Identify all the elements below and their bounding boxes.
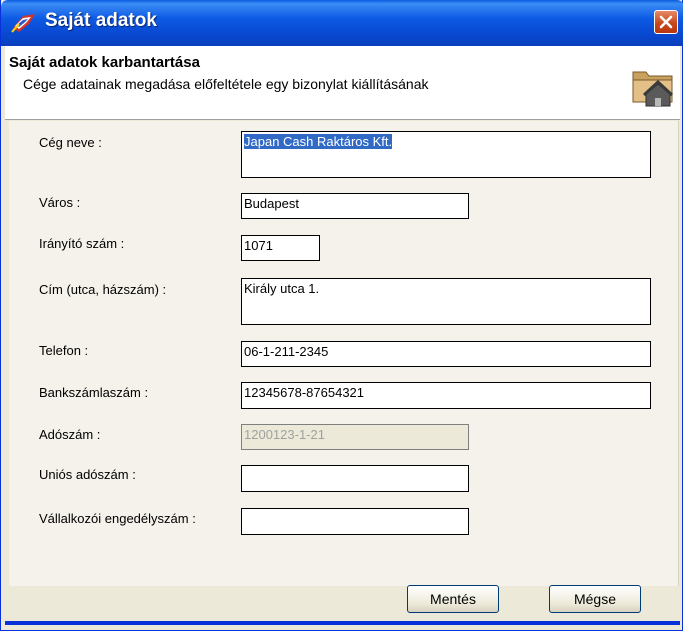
- app-flag-icon: [11, 12, 37, 34]
- window-bottom-border: [5, 621, 680, 625]
- header-subtitle: Cége adatainak megadása előfeltétele egy…: [23, 76, 429, 92]
- address-field[interactable]: Király utca 1.: [241, 278, 651, 325]
- phone-field[interactable]: 06-1-211-2345: [241, 341, 651, 367]
- company-name-label: Cég neve :: [39, 135, 102, 150]
- business-license-label: Vállalkozói engedélyszám :: [39, 511, 196, 526]
- phone-label: Telefon :: [39, 343, 89, 358]
- bank-account-field[interactable]: 12345678-87654321: [241, 382, 651, 409]
- bank-account-label: Bankszámlaszám :: [39, 385, 149, 400]
- city-label: Város :: [39, 195, 81, 210]
- address-label: Cím (utca, házszám) :: [39, 282, 167, 297]
- close-button[interactable]: [654, 10, 678, 34]
- zip-field[interactable]: 1071: [241, 235, 320, 261]
- dialog-window: Saját adatok Saját adatok karbantartása …: [0, 0, 683, 631]
- zip-label: Irányító szám :: [39, 236, 125, 251]
- header-panel: Saját adatok karbantartása Cége adataina…: [5, 46, 680, 120]
- business-license-field[interactable]: [241, 508, 469, 535]
- eu-tax-number-field[interactable]: [241, 465, 469, 492]
- tax-number-label: Adószám :: [39, 427, 101, 442]
- save-button[interactable]: Mentés: [407, 585, 499, 613]
- window-title: Saját adatok: [45, 10, 157, 31]
- header-title: Saját adatok karbantartása: [9, 54, 200, 71]
- tax-number-field: 1200123-1-21: [241, 424, 469, 450]
- city-field[interactable]: Budapest: [241, 193, 469, 219]
- folder-house-icon: [630, 62, 676, 108]
- eu-tax-number-label: Uniós adószám :: [39, 467, 136, 482]
- cancel-button[interactable]: Mégse: [549, 585, 641, 613]
- close-icon: [659, 15, 673, 29]
- title-bar[interactable]: Saját adatok: [1, 0, 683, 46]
- company-name-field[interactable]: Japan Cash Raktáros Kft.: [241, 131, 651, 178]
- company-name-value: Japan Cash Raktáros Kft.: [244, 134, 393, 149]
